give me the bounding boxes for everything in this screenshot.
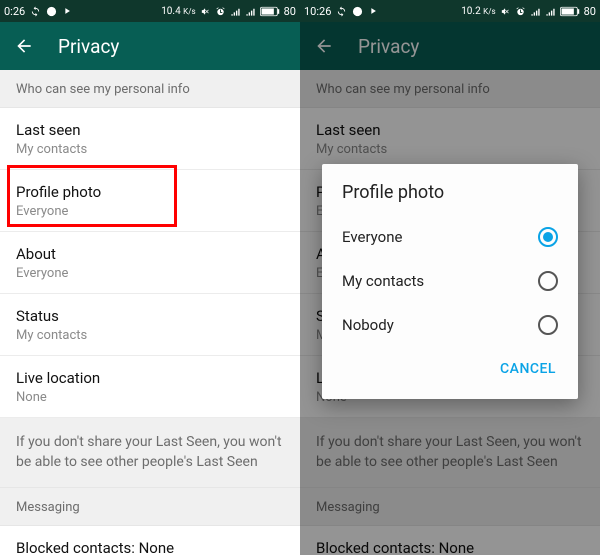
- app-bar: Privacy: [0, 22, 300, 70]
- section-messaging: Messaging: [0, 488, 300, 526]
- mute-icon: [500, 6, 511, 17]
- signal-icon-2: [545, 6, 556, 17]
- status-netspeed: 10.4 K/s: [161, 6, 195, 17]
- signal-icon-2: [245, 6, 256, 17]
- item-profile-photo[interactable]: Profile photo Everyone: [0, 170, 300, 232]
- item-live-location[interactable]: Live location None: [0, 356, 300, 418]
- item-about-label: About: [16, 245, 284, 263]
- page-title: Privacy: [58, 35, 119, 58]
- item-live-location-label: Live location: [16, 369, 284, 387]
- item-last-seen-value: My contacts: [16, 142, 284, 157]
- option-everyone[interactable]: Everyone: [322, 215, 578, 259]
- status-battery: 80: [584, 5, 596, 18]
- item-status-value: My contacts: [16, 328, 284, 343]
- item-status[interactable]: Status My contacts: [0, 294, 300, 356]
- battery-icon: [560, 6, 580, 17]
- alarm-icon: [215, 6, 226, 17]
- battery-icon: [260, 6, 280, 17]
- dialog-profile-photo: Profile photo Everyone My contacts Nobod…: [322, 164, 578, 399]
- radio-selected-icon: [538, 227, 558, 247]
- section-personal-info: Who can see my personal info: [0, 70, 300, 108]
- status-battery: 80: [284, 5, 296, 18]
- mute-icon: [200, 6, 211, 17]
- option-nobody[interactable]: Nobody: [322, 303, 578, 347]
- download-icon: [46, 6, 57, 17]
- alarm-icon: [515, 6, 526, 17]
- radio-icon: [538, 315, 558, 335]
- option-my-contacts[interactable]: My contacts: [322, 259, 578, 303]
- status-bar: 10:26 10.2 K/s 80: [300, 0, 600, 22]
- download-icon: [352, 6, 363, 17]
- item-status-label: Status: [16, 307, 284, 325]
- sync-icon: [30, 6, 41, 17]
- option-my-contacts-label: My contacts: [342, 272, 424, 290]
- status-netspeed: 10.2 K/s: [461, 6, 495, 17]
- info-note: If you don't share your Last Seen, you w…: [0, 418, 300, 488]
- radio-icon: [538, 271, 558, 291]
- item-last-seen-label: Last seen: [16, 121, 284, 139]
- status-time: 0:26: [4, 5, 25, 18]
- back-icon[interactable]: [14, 36, 34, 56]
- dialog-title: Profile photo: [322, 182, 578, 215]
- item-live-location-value: None: [16, 390, 284, 405]
- option-everyone-label: Everyone: [342, 228, 402, 246]
- item-profile-photo-label: Profile photo: [16, 183, 284, 201]
- play-icon: [368, 6, 378, 16]
- sync-icon: [336, 6, 347, 17]
- phone-left: 0:26 10.4 K/s 80 Privacy Who can see my …: [0, 0, 300, 555]
- status-time: 10:26: [304, 5, 331, 18]
- item-blocked-contacts-label: Blocked contacts: None: [16, 539, 174, 555]
- phone-right: 10:26 10.2 K/s 80 Privacy Who can see my…: [300, 0, 600, 555]
- item-profile-photo-value: Everyone: [16, 204, 284, 219]
- signal-icon: [230, 6, 241, 17]
- item-about-value: Everyone: [16, 266, 284, 281]
- cancel-button[interactable]: CANCEL: [490, 353, 566, 385]
- item-blocked-contacts[interactable]: Blocked contacts: None: [0, 526, 300, 555]
- status-bar: 0:26 10.4 K/s 80: [0, 0, 300, 22]
- signal-icon: [530, 6, 541, 17]
- option-nobody-label: Nobody: [342, 316, 394, 334]
- item-about[interactable]: About Everyone: [0, 232, 300, 294]
- play-icon: [62, 6, 72, 16]
- item-last-seen[interactable]: Last seen My contacts: [0, 108, 300, 170]
